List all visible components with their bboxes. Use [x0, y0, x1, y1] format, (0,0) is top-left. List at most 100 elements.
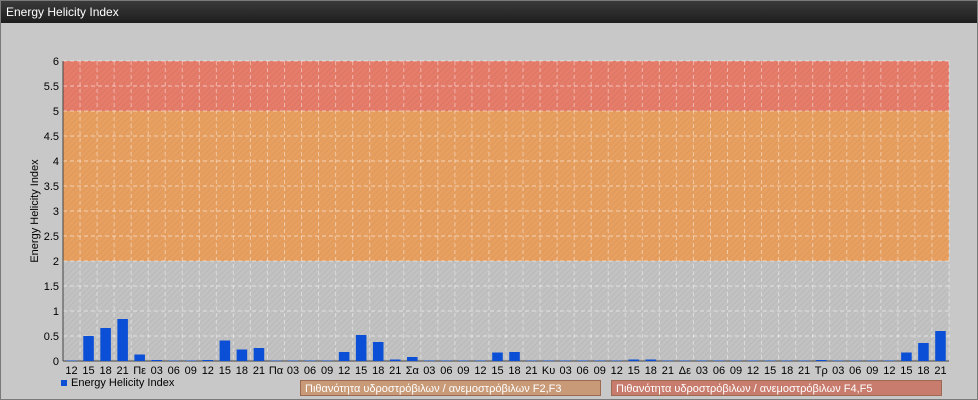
- x-tick-label-14: 06: [304, 365, 316, 377]
- x-tick-label-28: Κυ: [542, 365, 555, 377]
- bar-10: [236, 349, 248, 361]
- x-tick-label-6: 06: [168, 365, 180, 377]
- legend-label: Energy Helicity Index: [71, 377, 175, 389]
- bar-5: [151, 360, 162, 361]
- bar-6: [168, 360, 180, 361]
- x-tick-label-8: 12: [202, 365, 214, 377]
- x-tick-label-50: 18: [917, 365, 929, 377]
- bar-45: [832, 360, 844, 361]
- bar-28: [543, 360, 554, 361]
- bar-18: [372, 342, 384, 361]
- bar-14: [304, 360, 316, 361]
- bar-17: [355, 335, 367, 361]
- bar-27: [526, 360, 537, 361]
- y-tick-label-5: 2.5: [44, 231, 59, 243]
- bar-16: [338, 352, 350, 361]
- bar-20: [407, 357, 418, 361]
- bar-24: [475, 360, 486, 361]
- y-tick-label-6: 3: [53, 206, 59, 218]
- bar-30: [577, 360, 588, 361]
- y-tick-label-10: 5: [53, 106, 59, 118]
- x-tick-label-32: 12: [611, 365, 623, 377]
- bar-40: [747, 360, 759, 361]
- zone-label-f4f5: Πιθανότητα υδροστρόβιλων / ανεμοστρόβιλω…: [611, 380, 942, 396]
- bar-32: [611, 360, 623, 361]
- x-tick-label-41: 15: [764, 365, 776, 377]
- bar-51: [935, 331, 946, 361]
- bar-39: [730, 360, 742, 361]
- bar-44: [815, 360, 827, 361]
- bar-9: [219, 340, 231, 361]
- x-tick-label-42: 18: [781, 365, 793, 377]
- x-tick-label-46: 06: [849, 365, 861, 377]
- bar-49: [901, 352, 912, 361]
- bar-25: [492, 352, 503, 361]
- x-tick-label-7: 09: [185, 365, 197, 377]
- x-tick-label-0: 12: [65, 365, 77, 377]
- bar-22: [441, 360, 452, 361]
- y-tick-label-12: 6: [53, 56, 59, 68]
- x-tick-label-24: 12: [474, 365, 486, 377]
- bar-8: [202, 360, 214, 361]
- bar-50: [918, 343, 929, 361]
- legend: Energy Helicity Index: [61, 377, 174, 389]
- x-tick-label-1: 15: [82, 365, 94, 377]
- y-tick-label-9: 4.5: [44, 131, 59, 143]
- x-tick-label-40: 12: [747, 365, 759, 377]
- bar-37: [696, 360, 708, 361]
- x-tick-label-47: 09: [866, 365, 878, 377]
- bar-12: [270, 360, 282, 361]
- x-tick-label-35: 21: [662, 365, 674, 377]
- x-tick-label-36: Δε: [679, 365, 691, 377]
- x-tick-label-27: 21: [525, 365, 537, 377]
- x-tick-label-51: 21: [934, 365, 946, 377]
- x-tick-label-39: 09: [730, 365, 742, 377]
- bar-1: [83, 336, 94, 361]
- bar-23: [458, 360, 469, 361]
- bar-47: [867, 360, 878, 361]
- chart-svg: 0 0.5 1 1.5 2 2.5 3 3.5 4 4.5 5 5.5 6 Energy Helicity…: [29, 56, 950, 377]
- bar-0: [66, 360, 77, 361]
- x-tick-label-25: 15: [491, 365, 503, 377]
- bar-31: [594, 360, 605, 361]
- x-tick-label-45: 03: [832, 365, 844, 377]
- y-tick-label-11: 5.5: [44, 81, 59, 93]
- bar-21: [424, 360, 435, 361]
- bar-19: [389, 359, 401, 361]
- x-tick-label-5: 03: [151, 365, 163, 377]
- bar-3: [117, 319, 128, 361]
- y-tick-label-4: 2: [53, 256, 59, 268]
- x-tick-label-48: 12: [883, 365, 895, 377]
- x-tick-label-13: 03: [287, 365, 299, 377]
- x-tick-label-20: Σα: [406, 365, 420, 377]
- x-tick-label-31: 09: [594, 365, 606, 377]
- x-tick-label-43: 21: [798, 365, 810, 377]
- bar-29: [560, 360, 571, 361]
- x-tick-label-23: 09: [457, 365, 469, 377]
- bar-35: [662, 360, 674, 361]
- x-tick-label-49: 15: [900, 365, 912, 377]
- y-axis-title: Energy Helicity Index: [29, 159, 41, 263]
- bar-34: [645, 359, 657, 361]
- y-tick-label-8: 4: [53, 156, 59, 168]
- x-tick-label-29: 03: [560, 365, 572, 377]
- x-tick-label-16: 12: [338, 365, 350, 377]
- y-tick-label-1: 0.5: [44, 331, 59, 343]
- bar-36: [679, 360, 691, 361]
- x-tick-label-3: 21: [117, 365, 129, 377]
- zone-label-f2f3: Πιθανότητα υδροστρόβιλων / ανεμοστρόβιλω…: [300, 380, 601, 396]
- x-tick-label-11: 21: [253, 365, 265, 377]
- bar-48: [884, 360, 895, 361]
- bar-15: [321, 360, 333, 361]
- y-tick-label-3: 1.5: [44, 281, 59, 293]
- bar-26: [509, 352, 520, 361]
- x-tick-label-12: Πα: [269, 365, 284, 377]
- bar-46: [850, 360, 861, 361]
- x-tick-label-34: 18: [645, 365, 657, 377]
- legend-swatch: [61, 380, 67, 386]
- x-tick-label-4: Πε: [133, 365, 146, 377]
- x-tick-label-21: 03: [423, 365, 435, 377]
- x-tick-label-9: 15: [219, 365, 231, 377]
- bar-42: [781, 360, 793, 361]
- bar-11: [253, 348, 265, 361]
